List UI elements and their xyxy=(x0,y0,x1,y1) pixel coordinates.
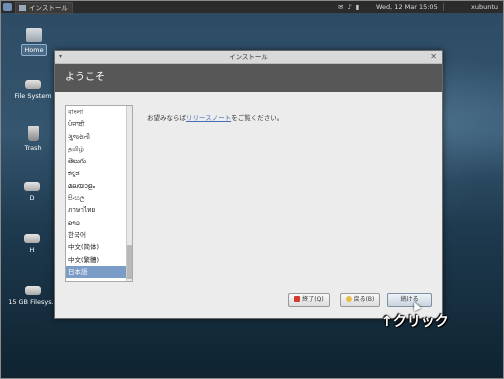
user-menu[interactable]: xubuntu xyxy=(471,1,498,13)
taskbar-item-label: インストール xyxy=(29,4,68,12)
top-panel: インストール ✉ ♪ ▮ Wed, 12 Mar 15:05 xubuntu xyxy=(1,1,503,14)
language-item[interactable]: සිංහල xyxy=(66,192,132,204)
applications-menu-icon[interactable] xyxy=(3,3,12,11)
desktop-icon-label: D xyxy=(29,194,35,202)
drive-icon xyxy=(25,286,41,295)
drive-icon xyxy=(25,80,41,89)
release-notes-link[interactable]: リリースノート xyxy=(186,114,231,122)
desktop-icon-label: File System xyxy=(14,92,52,100)
language-item[interactable]: தமிழ் xyxy=(66,143,132,155)
close-icon[interactable]: ✕ xyxy=(430,51,437,63)
click-annotation: ↑クリック xyxy=(381,314,449,330)
language-item[interactable]: മലയാളം xyxy=(66,180,132,192)
language-item[interactable]: తెలుగు xyxy=(66,155,132,167)
welcome-prefix: お望みならば xyxy=(147,114,186,122)
back-button[interactable]: 戻る(B) xyxy=(340,293,380,307)
desktop-icon-d[interactable]: D xyxy=(22,178,42,203)
desktop-icon-home[interactable]: Home xyxy=(18,28,50,56)
clock[interactable]: Wed, 12 Mar 15:05 xyxy=(376,1,438,13)
page-title: ようこそ xyxy=(55,64,442,92)
window-title: インストール xyxy=(229,53,268,61)
system-tray: ✉ ♪ ▮ xyxy=(338,1,363,13)
panel-separator xyxy=(443,3,444,11)
language-item[interactable]: ລາວ xyxy=(66,217,132,229)
desktop-icon-file-system[interactable]: File System xyxy=(11,76,55,101)
desktop-icon-label: 15 GB Filesys... xyxy=(8,298,58,306)
trash-icon xyxy=(27,126,39,141)
language-item[interactable]: 日本語 xyxy=(66,265,132,279)
back-arrow-icon xyxy=(345,296,352,302)
language-list[interactable]: বাংলা ਪੰਜਾਬੀ ગુજરાતી தமிழ் తెలుగు ಕನ್ನಡ മലയാളം… xyxy=(65,105,133,282)
quit-button[interactable]: 終了(Q) xyxy=(288,293,330,307)
continue-button[interactable]: 続ける xyxy=(387,293,432,307)
volume-icon[interactable]: ♪ xyxy=(347,1,351,13)
back-button-label: 戻る(B) xyxy=(353,296,375,303)
language-item[interactable]: 한국어 xyxy=(66,229,132,241)
desktop-icon-label: H xyxy=(29,246,35,254)
desktop-icon-15gb-filesystem[interactable]: 15 GB Filesys... xyxy=(5,282,61,307)
drive-icon xyxy=(24,182,40,191)
installer-window: ▾ インストール ✕ ようこそ বাংলা ਪੰਜਾਬੀ ગુજરાતી தமிழ் త… xyxy=(54,50,443,319)
window-menu-icon[interactable]: ▾ xyxy=(59,51,62,63)
taskbar-item-installer[interactable]: インストール xyxy=(15,2,73,14)
language-item[interactable]: ಕನ್ನಡ xyxy=(66,167,132,179)
home-folder-icon xyxy=(26,28,42,42)
quit-button-label: 終了(Q) xyxy=(302,296,324,303)
desktop-icon-label: Home xyxy=(21,44,47,56)
scrollbar-thumb[interactable] xyxy=(127,245,132,279)
window-icon xyxy=(19,5,26,11)
language-item[interactable]: ภาษาไทย xyxy=(66,204,132,216)
network-icon[interactable]: ▮ xyxy=(356,1,360,13)
window-titlebar[interactable]: ▾ インストール ✕ xyxy=(55,51,442,64)
desktop-icon-h[interactable]: H xyxy=(22,230,42,255)
language-item[interactable]: বাংলা xyxy=(66,106,132,118)
language-item[interactable]: 中文(简体) xyxy=(66,241,132,253)
desktop-icon-trash[interactable]: Trash xyxy=(18,126,48,153)
language-list-scrollbar[interactable] xyxy=(126,106,132,281)
desktop-icon-label: Trash xyxy=(24,144,42,152)
language-item[interactable]: ਪੰਜਾਬੀ xyxy=(66,118,132,130)
mail-icon[interactable]: ✉ xyxy=(338,1,343,13)
language-item[interactable]: ગુજરાતી xyxy=(66,131,132,143)
language-item[interactable]: 中文(繁體) xyxy=(66,254,132,266)
welcome-text: お望みならばリリースノートをご覧ください。 xyxy=(147,112,283,122)
quit-icon xyxy=(294,296,301,302)
welcome-suffix: をご覧ください。 xyxy=(231,114,284,122)
drive-icon xyxy=(24,234,40,243)
